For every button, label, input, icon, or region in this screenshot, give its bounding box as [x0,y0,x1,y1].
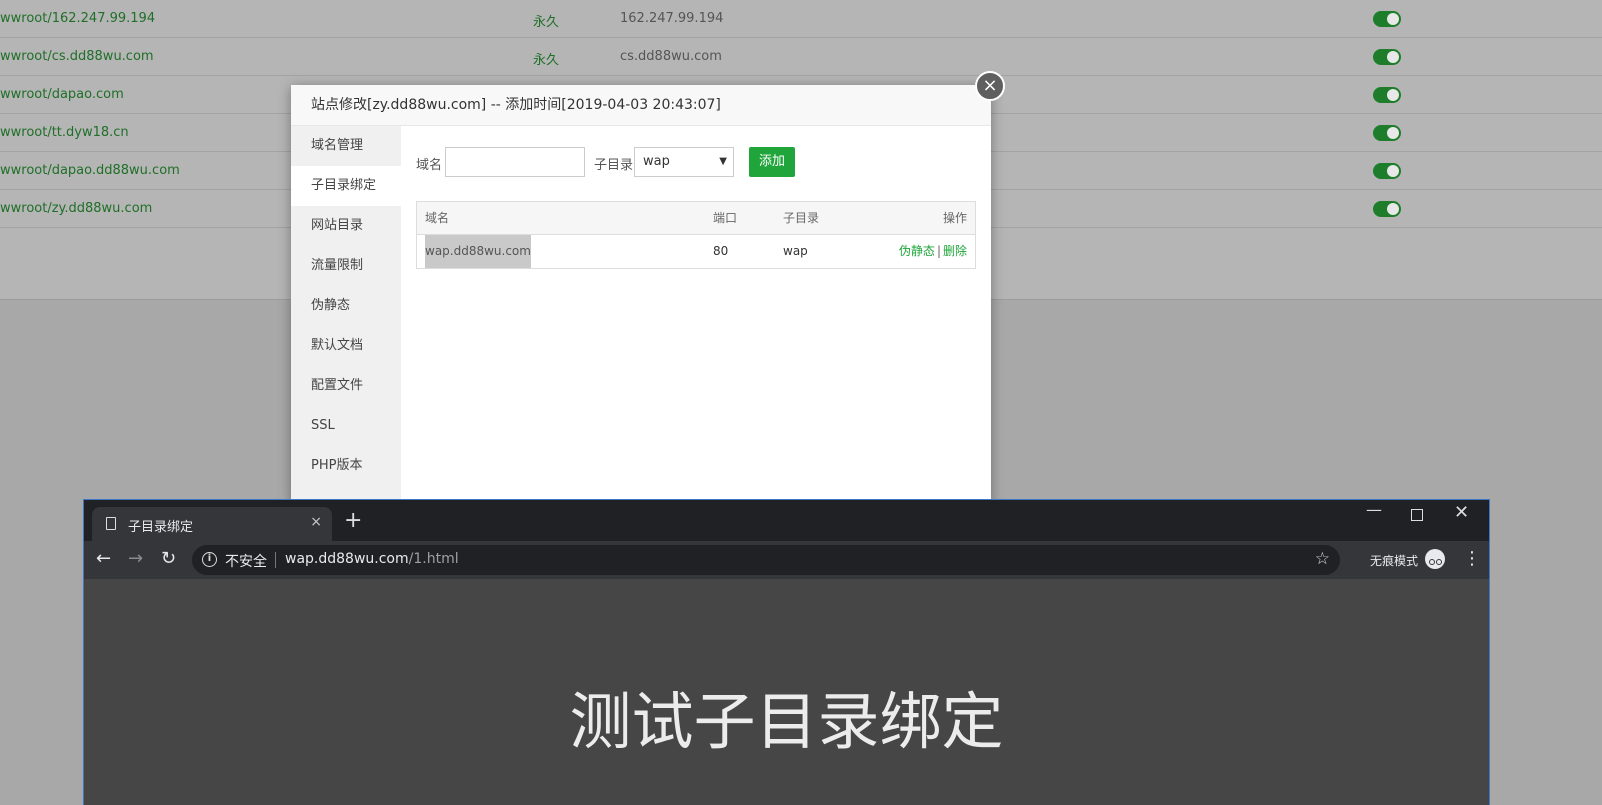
minimize-icon[interactable]: — [1366,500,1382,519]
nav-item-domain-management[interactable]: 域名管理 [291,126,401,166]
page-heading: 测试子目录绑定 [569,685,1004,758]
table-row: wap.dd88wu.com 80 wap 伪静态 | 删除 [417,235,975,268]
site-row: wwroot/cs.dd88wu.com 永久 cs.dd88wu.com [0,38,1602,76]
subdir-select[interactable]: wap ▼ [634,147,734,177]
site-path[interactable]: wwroot/dapao.com [0,87,124,102]
subdir-binding-panel: 域名 子目录 wap ▼ 添加 域名 端口 子目录 操作 wap.dd88wu.… [401,126,991,505]
url-path: /1.html [408,551,459,567]
bookmark-star-icon[interactable]: ☆ [1315,549,1330,569]
subdir-label: 子目录 [594,158,634,173]
header-subdir: 子目录 [783,211,820,225]
maximize-icon[interactable] [1411,509,1423,521]
browser-toolbar: ← → ↻ i 不安全 wap.dd88wu.com/1.html ☆ 无痕模式… [84,541,1489,579]
site-remark: 162.247.99.194 [620,11,724,26]
back-arrow-icon[interactable]: ← [96,548,111,569]
reload-icon[interactable]: ↻ [161,548,176,569]
add-binding-form: 域名 子目录 wap ▼ 添加 [416,147,976,177]
tab-title: 子目录绑定 [128,520,194,535]
header-action: 操作 [942,211,967,225]
window-close-icon[interactable]: ✕ [1454,502,1469,523]
modal-title: 站点修改[zy.dd88wu.com] -- 添加时间[2019-04-03 2… [291,85,991,126]
close-icon[interactable]: × [975,71,1005,101]
nav-item-rewrite[interactable]: 伪静态 [291,286,401,326]
modal-side-nav: 域名管理 子目录绑定 网站目录 流量限制 伪静态 默认文档 配置文件 SSL P… [291,126,401,505]
address-bar[interactable]: i 不安全 wap.dd88wu.com/1.html ☆ [192,545,1340,575]
site-remark: cs.dd88wu.com [620,49,722,64]
table-header: 域名 端口 子目录 操作 [417,202,975,235]
menu-dots-icon[interactable]: ⋮ [1463,548,1481,569]
domain-label: 域名 [416,158,443,173]
site-row: wwroot/162.247.99.194 永久 162.247.99.194 [0,0,1602,38]
url-host: wap.dd88wu.com [285,551,409,567]
not-secure-label[interactable]: 不安全 [225,551,267,571]
row-port: 80 [713,244,729,258]
ssl-toggle[interactable] [1373,11,1401,27]
nav-item-ssl[interactable]: SSL [291,406,401,446]
site-expiry[interactable]: 永久 [533,49,559,68]
site-edit-modal: 站点修改[zy.dd88wu.com] -- 添加时间[2019-04-03 2… [291,71,1005,505]
tab-close-icon[interactable]: × [310,514,322,530]
page-viewport: 测试子目录绑定 [84,579,1489,805]
row-subdir: wap [783,244,808,258]
site-path[interactable]: wwroot/tt.dyw18.cn [0,125,129,140]
nav-item-php-version[interactable]: PHP版本 [291,446,401,486]
nav-item-subdir-binding[interactable]: 子目录绑定 [291,166,401,206]
nav-item-site-directory[interactable]: 网站目录 [291,206,401,246]
site-path[interactable]: wwroot/dapao.dd88wu.com [0,163,180,178]
action-separator: | [936,244,941,258]
new-tab-icon[interactable]: + [344,508,362,533]
header-domain: 域名 [425,211,450,225]
ssl-toggle[interactable] [1373,201,1401,217]
site-path[interactable]: wwroot/cs.dd88wu.com [0,49,154,64]
subdir-select-value: wap [643,154,670,169]
ssl-toggle[interactable] [1373,87,1401,103]
row-domain: wap.dd88wu.com [425,235,531,268]
ssl-toggle[interactable] [1373,49,1401,65]
domain-input[interactable] [445,147,585,177]
nav-item-traffic-limit[interactable]: 流量限制 [291,246,401,286]
nav-item-config-file[interactable]: 配置文件 [291,366,401,406]
site-expiry[interactable]: 永久 [533,11,559,30]
site-path[interactable]: wwroot/zy.dd88wu.com [0,201,152,216]
binding-table: 域名 端口 子目录 操作 wap.dd88wu.com 80 wap 伪静态 | 删… [416,201,976,269]
browser-window: 子目录绑定 × + — ✕ ← → ↻ i 不安全 wap.dd88wu.com… [83,499,1490,805]
delete-link[interactable]: 删除 [943,244,967,258]
forward-arrow-icon[interactable]: → [128,548,143,569]
browser-tab[interactable]: 子目录绑定 × [92,507,332,541]
incognito-label: 无痕模式 [1370,554,1419,568]
nav-item-default-doc[interactable]: 默认文档 [291,326,401,366]
rewrite-link[interactable]: 伪静态 [899,244,935,258]
ssl-toggle[interactable] [1373,125,1401,141]
incognito-icon[interactable] [1425,549,1445,569]
url-text[interactable]: wap.dd88wu.com/1.html [285,551,459,567]
site-path[interactable]: wwroot/162.247.99.194 [0,11,155,26]
document-icon [106,517,116,530]
info-icon[interactable]: i [202,552,217,567]
add-button[interactable]: 添加 [749,147,795,177]
row-actions: 伪静态 | 删除 [899,235,967,268]
dropdown-arrow-icon: ▼ [719,156,727,167]
header-port: 端口 [713,211,738,225]
ssl-toggle[interactable] [1373,163,1401,179]
url-divider [275,552,276,568]
